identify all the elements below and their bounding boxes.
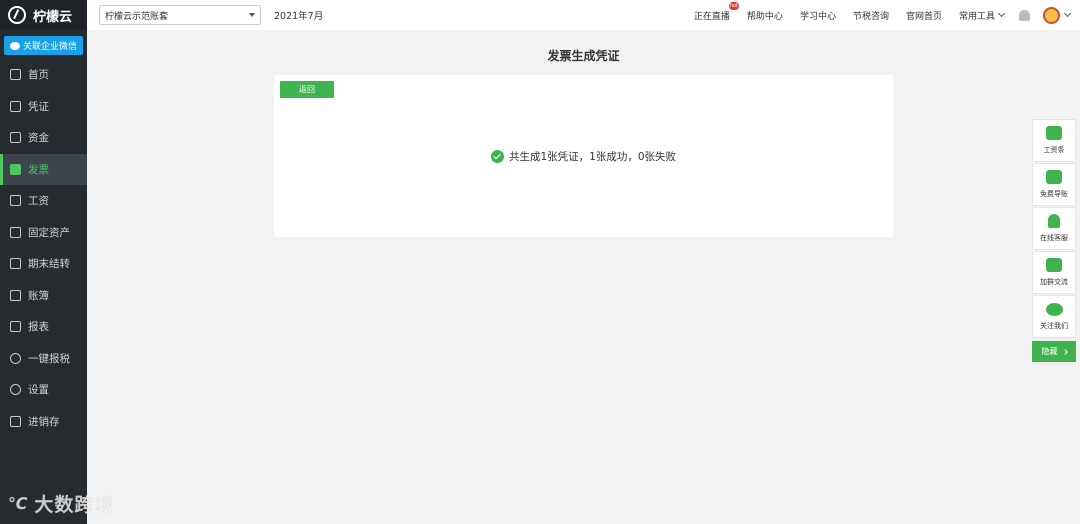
floating-side-panel: 工资条 免费导账 在线客服 加群交流 关注我们 隐藏 (1032, 119, 1076, 362)
inventory-icon (10, 415, 21, 427)
sidebar-item-reports[interactable]: 报表 (0, 311, 87, 343)
online-support-button[interactable]: 在线客服 (1032, 207, 1076, 250)
app-logo[interactable]: 柠檬云 (0, 0, 87, 30)
gear-icon (10, 384, 21, 396)
watermark-logo-icon: ℃ (8, 494, 29, 513)
person-icon (1048, 214, 1060, 228)
caret-down-icon (249, 13, 255, 17)
sidebar-item-label: 期末结转 (28, 258, 70, 271)
chart-icon (10, 321, 21, 333)
calendar-icon (10, 258, 21, 270)
download-icon (1046, 170, 1062, 184)
chevron-down-icon[interactable] (1063, 9, 1072, 18)
group-icon (1046, 258, 1062, 272)
common-tools-menu[interactable]: 常用工具 (958, 9, 1006, 22)
result-message: 共生成1张凭证，1张成功，0张失败 (274, 149, 893, 164)
result-text: 共生成1张凭证，1张成功，0张失败 (508, 151, 677, 163)
voucher-icon (10, 100, 21, 112)
sidebar-item-label: 进销存 (28, 415, 60, 428)
hide-label: 隐藏 (1041, 347, 1058, 356)
sidebar-item-tax-filing[interactable]: 一键报税 (0, 343, 87, 375)
funds-icon (10, 132, 21, 144)
watermark: ℃ 大数跨境 (8, 490, 114, 517)
free-import-label: 免费导账 (1040, 190, 1068, 198)
sidebar-item-funds[interactable]: 资金 (0, 122, 87, 154)
sidebar-item-label: 报表 (28, 321, 49, 334)
sidebar-item-invoice[interactable]: 发票 (0, 153, 87, 185)
sidebar-item-label: 资金 (28, 132, 49, 145)
online-support-label: 在线客服 (1040, 234, 1068, 242)
sidebar-item-voucher[interactable]: 凭证 (0, 91, 87, 123)
accounting-period[interactable]: 2021年7月 (274, 8, 323, 22)
sidebar-item-inventory[interactable]: 进销存 (0, 406, 87, 438)
top-bar: 柠檬云示范账套 2021年7月 正在直播 hot 帮助中心 学习中心 节税咨询 官… (87, 0, 1080, 30)
sidebar-item-label: 固定资产 (28, 226, 70, 239)
sidebar-item-ledger[interactable]: 账簿 (0, 280, 87, 312)
hide-panel-button[interactable]: 隐藏 (1032, 341, 1076, 362)
sidebar-item-label: 工资 (28, 195, 49, 208)
check-circle-icon (490, 150, 504, 163)
sidebar-item-period-close[interactable]: 期末结转 (0, 248, 87, 280)
building-icon (10, 226, 21, 238)
sidebar-item-label: 设置 (28, 384, 49, 397)
bell-icon[interactable] (1019, 9, 1030, 21)
payslip-label: 工资条 (1043, 146, 1065, 154)
join-group-label: 加群交流 (1040, 278, 1068, 286)
follow-us-label: 关注我们 (1040, 321, 1068, 330)
invoice-icon (10, 163, 21, 175)
payslip-icon (1046, 126, 1062, 140)
sidebar-item-label: 一键报税 (28, 352, 70, 365)
live-link-label: 正在直播 (693, 11, 730, 22)
sidebar-item-label: 账簿 (28, 289, 49, 302)
sidebar-item-settings[interactable]: 设置 (0, 374, 87, 406)
chevron-down-icon (997, 9, 1006, 18)
sidebar-item-label: 凭证 (28, 100, 49, 113)
link-wechat-button[interactable]: 关联企业微信 (4, 36, 83, 55)
sidebar-item-fixed-assets[interactable]: 固定资产 (0, 217, 87, 249)
sidebar-item-payroll[interactable]: 工资 (0, 185, 87, 217)
tax-consulting-link[interactable]: 节税咨询 (853, 9, 889, 22)
follow-us-button[interactable]: 关注我们 (1032, 295, 1076, 338)
wechat-icon (9, 41, 20, 50)
payroll-card-icon (10, 195, 21, 207)
sidebar-item-home[interactable]: 首页 (0, 59, 87, 91)
app-name: 柠檬云 (33, 9, 73, 25)
official-site-link[interactable]: 官网首页 (906, 9, 942, 22)
wechat-icon (1045, 302, 1063, 316)
link-wechat-label: 关联企业微信 (22, 42, 77, 52)
sidebar: 柠檬云 关联企业微信 首页 凭证 资金 发票 工资 固定资产 期末结转 账簿 报… (0, 0, 87, 524)
common-tools-label: 常用工具 (958, 11, 995, 22)
payslip-button[interactable]: 工资条 (1032, 119, 1076, 162)
book-icon (10, 289, 21, 301)
chevron-right-icon (1061, 348, 1068, 355)
live-link[interactable]: 正在直播 hot (693, 1, 739, 22)
tax-coin-icon (10, 352, 21, 364)
lemon-logo-icon (8, 6, 26, 24)
sidebar-item-label: 发票 (28, 163, 49, 176)
result-card: 返回 共生成1张凭证，1张成功，0张失败 (274, 75, 893, 237)
help-center-link[interactable]: 帮助中心 (747, 9, 783, 22)
account-set-value: 柠檬云示范账套 (105, 11, 169, 22)
free-import-button[interactable]: 免费导账 (1032, 163, 1076, 206)
avatar[interactable] (1043, 6, 1060, 24)
top-links: 正在直播 hot 帮助中心 学习中心 节税咨询 官网首页 常用工具 (677, 0, 1072, 30)
learning-center-link[interactable]: 学习中心 (800, 9, 836, 22)
hot-badge: hot (728, 1, 739, 10)
back-button[interactable]: 返回 (280, 81, 334, 98)
join-group-button[interactable]: 加群交流 (1032, 251, 1076, 294)
account-set-select[interactable]: 柠檬云示范账套 (99, 5, 261, 25)
home-icon (10, 69, 21, 81)
sidebar-item-label: 首页 (28, 69, 49, 82)
page-title: 发票生成凭证 (547, 49, 620, 63)
watermark-text: 大数跨境 (34, 494, 115, 516)
